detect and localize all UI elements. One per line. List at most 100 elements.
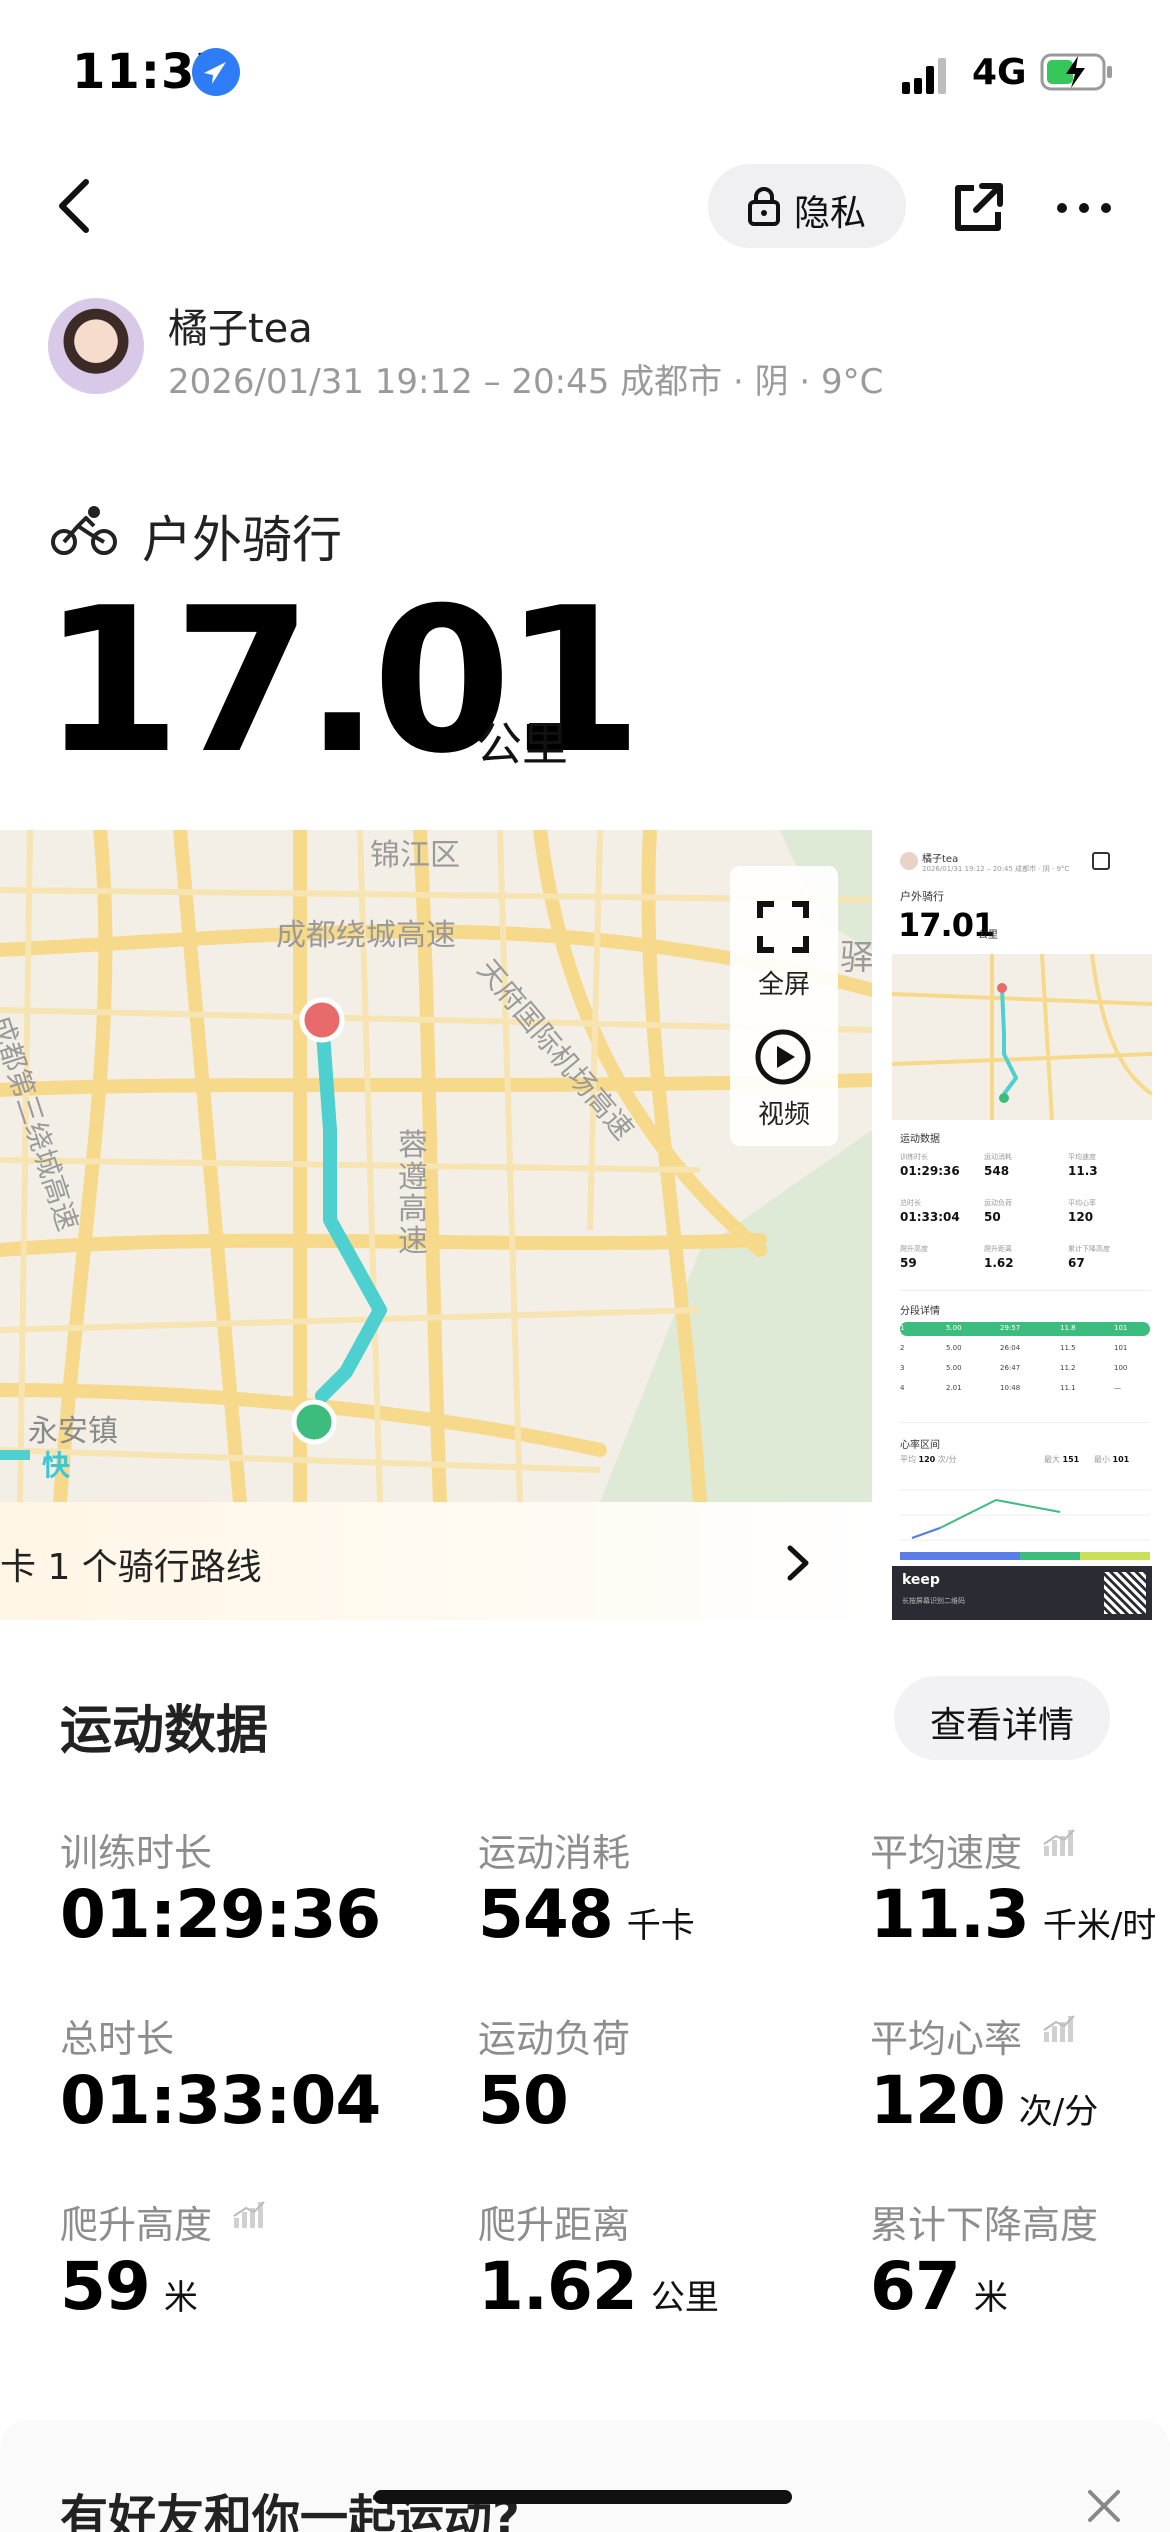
stat-value-row: 11.3 千米/时 xyxy=(870,1876,1156,1953)
thumb-stat-label: 累计下降高度 xyxy=(1068,1245,1110,1253)
network-type: 4G xyxy=(972,52,1027,93)
stat-label: 平均心率 xyxy=(870,2017,1023,2061)
thumb-stat-value: 50 xyxy=(984,1210,1001,1224)
thumb-split-cell: 5.00 xyxy=(946,1324,962,1332)
video-label[interactable]: 视频 xyxy=(758,1094,810,1131)
chevron-right-icon xyxy=(787,1545,809,1581)
stat-unit: 米 xyxy=(163,2278,198,2318)
thumb-split-cell: 11.5 xyxy=(1060,1344,1076,1352)
thumb-split-cell: 5.00 xyxy=(946,1344,962,1352)
back-icon[interactable] xyxy=(52,176,96,236)
stat-label: 训练时长 xyxy=(60,1831,213,1875)
stat-label: 运动负荷 xyxy=(478,2017,631,2061)
thumb-split-cell: 5.00 xyxy=(946,1364,962,1372)
stat-label: 运动消耗 xyxy=(478,1831,631,1875)
home-indicator xyxy=(374,2490,792,2504)
battery-charging-icon xyxy=(1040,53,1112,91)
stat-value: 1.62 xyxy=(478,2248,638,2325)
stat-value: 50 xyxy=(478,2062,569,2139)
trend-chart-icon[interactable] xyxy=(1042,1828,1076,1858)
thumb-stat-label: 平均速度 xyxy=(1068,1153,1096,1161)
stat-unit: 公里 xyxy=(650,2278,719,2318)
stat-label: 爬升距离 xyxy=(478,2203,631,2247)
fullscreen-icon[interactable] xyxy=(756,900,810,954)
stat-value: 59 xyxy=(60,2248,151,2325)
trend-chart-icon[interactable] xyxy=(232,2200,266,2230)
thumb-split-cell: 11.1 xyxy=(1060,1384,1076,1392)
thumb-map xyxy=(892,954,1152,1120)
route-banner-text: 卡 1 个骑行路线 xyxy=(0,1547,262,1588)
view-details-button[interactable]: 查看详情 xyxy=(894,1676,1110,1760)
stat-value: 11.3 xyxy=(870,1876,1030,1953)
thumb-stat-label: 运动负荷 xyxy=(984,1199,1012,1207)
route-banner[interactable]: 卡 1 个骑行路线 xyxy=(0,1502,872,1620)
location-arrow-icon xyxy=(192,48,240,96)
thumb-divider-2 xyxy=(900,1422,1150,1423)
map-label-jinjiang: 锦江区 xyxy=(370,838,460,873)
privacy-label: 隐私 xyxy=(794,193,867,234)
thumb-hr-avg: 平均 120 次/分 xyxy=(900,1455,957,1464)
play-video-icon[interactable] xyxy=(754,1028,812,1086)
thumb-stat-label: 运动消耗 xyxy=(984,1153,1012,1161)
thumb-split-cell: 2.01 xyxy=(946,1384,962,1392)
fullscreen-label[interactable]: 全屏 xyxy=(758,964,810,1001)
thumb-divider xyxy=(900,1290,1150,1291)
stat-unit: 米 xyxy=(973,2278,1008,2318)
stat-label: 总时长 xyxy=(60,2017,175,2061)
stat-value: 01:29:36 xyxy=(60,1876,381,1953)
qr-code-icon xyxy=(1104,1572,1146,1614)
stat-value-row: 67 米 xyxy=(870,2248,1008,2325)
thumb-brand-sub: 长按屏幕识别二维码 xyxy=(902,1597,965,1605)
thumb-stat-label: 总时长 xyxy=(900,1199,921,1207)
thumb-split-cell: 2 xyxy=(900,1344,905,1352)
thumb-split-cell: 26:47 xyxy=(1000,1364,1021,1372)
distance-unit: 公里 xyxy=(476,717,568,771)
stat-value: 120 xyxy=(870,2062,1006,2139)
privacy-button[interactable]: 隐私 xyxy=(708,164,906,248)
thumb-stat-value: 67 xyxy=(1068,1256,1085,1270)
thumb-split-table: 1 5.00 29:57 11.8 101 2 5.00 26:04 11.5 101 3 5.00 2… xyxy=(900,1322,1150,1414)
avatar[interactable] xyxy=(48,298,144,394)
username: 橘子tea xyxy=(168,306,313,352)
thumb-split-cell: 101 xyxy=(1114,1324,1128,1332)
stat-unit: 次/分 xyxy=(1018,2092,1099,2132)
thumb-stat-value: 548 xyxy=(984,1164,1010,1178)
trend-chart-icon[interactable] xyxy=(1042,2014,1076,2044)
stat-unit: 千米/时 xyxy=(1042,1906,1157,1946)
thumb-stat-value: 120 xyxy=(1068,1210,1094,1224)
thumb-section-split: 分段详情 xyxy=(900,1306,940,1317)
thumb-stats-grid: 训练时长 01:29:36 运动消耗 548 平均速度 11.3 总时长 01:33:04 运动… xyxy=(900,1152,1150,1292)
more-icon[interactable] xyxy=(1054,196,1114,220)
thumb-hr-min: 最小 101 xyxy=(1094,1455,1130,1464)
thumb-unit: 公里 xyxy=(978,930,998,941)
thumb-hr-max: 最大 151 xyxy=(1044,1455,1080,1464)
stat-value: 548 xyxy=(478,1876,614,1953)
close-icon[interactable] xyxy=(1084,2486,1124,2526)
cellular-signal-icon xyxy=(902,58,946,94)
thumb-split-cell: 11.8 xyxy=(1060,1324,1076,1332)
activity-meta: 2026/01/31 19:12 – 20:45 成都市 · 阴 · 9°C xyxy=(168,362,884,402)
thumb-split-cell: 29:57 xyxy=(1000,1324,1021,1332)
stat-value-row: 120 次/分 xyxy=(870,2062,1098,2139)
thumb-stat-label: 平均心率 xyxy=(1068,1199,1096,1207)
thumb-stat-value: 59 xyxy=(900,1256,917,1270)
thumb-split-cell: 10:48 xyxy=(1000,1384,1021,1392)
stat-label: 平均速度 xyxy=(870,1831,1023,1875)
share-card-preview[interactable]: 橘子tea 2026/01/31 19:12 – 20:45 成都市 · 阴 ·… xyxy=(874,830,1170,1620)
stat-value: 67 xyxy=(870,2248,961,2325)
thumb-section-stats: 运动数据 xyxy=(900,1134,940,1145)
stat-value-row: 548 千卡 xyxy=(478,1876,695,1953)
thumb-stat-value: 11.3 xyxy=(1068,1164,1098,1178)
thumb-hr-chart xyxy=(900,1489,1150,1560)
thumb-stat-value: 1.62 xyxy=(984,1256,1014,1270)
stat-value-row: 59 米 xyxy=(60,2248,198,2325)
thumb-section-hr: 心率区间 xyxy=(900,1440,940,1451)
thumb-split-cell: 26:04 xyxy=(1000,1344,1021,1352)
thumb-stat-label: 爬升距离 xyxy=(984,1245,1012,1253)
share-icon[interactable] xyxy=(950,180,1006,236)
thumb-stat-value: 01:33:04 xyxy=(900,1210,960,1224)
thumb-stat-value: 01:29:36 xyxy=(900,1164,960,1178)
thumb-stat-label: 训练时长 xyxy=(900,1153,928,1161)
thumb-split-cell: 1 xyxy=(900,1324,905,1332)
thumb-activity: 户外骑行 xyxy=(900,890,944,903)
